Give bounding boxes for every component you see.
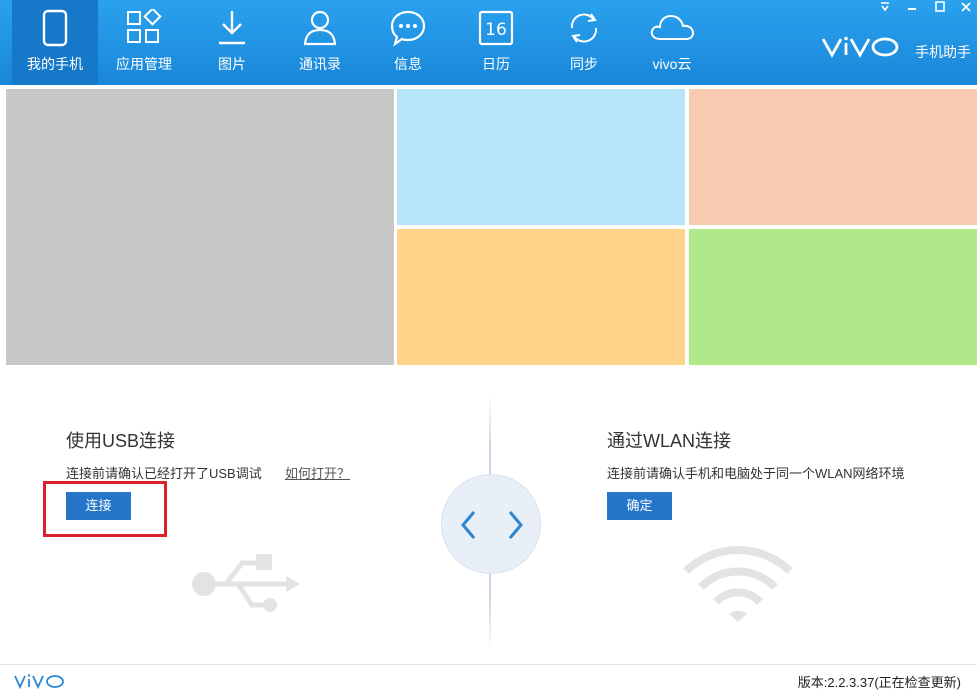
banner-tile-peach[interactable] xyxy=(689,89,977,225)
pager-control xyxy=(441,474,541,574)
brand-area: 手机助手 xyxy=(821,36,971,66)
vivo-footer-logo xyxy=(14,674,64,689)
vivo-logo xyxy=(821,36,899,58)
maximize-icon[interactable] xyxy=(934,0,948,12)
phone-icon xyxy=(42,9,68,47)
nav-label: 通讯录 xyxy=(299,56,341,72)
wlan-confirm-button[interactable]: 确定 xyxy=(607,492,672,520)
next-arrow-icon[interactable] xyxy=(504,509,526,541)
nav-my-phone[interactable]: 我的手机 xyxy=(12,0,98,85)
brand-text: 手机助手 xyxy=(915,44,971,60)
nav-label: 应用管理 xyxy=(116,56,172,72)
how-to-enable-link[interactable]: 如何打开？ xyxy=(285,463,350,482)
message-icon xyxy=(390,10,426,47)
nav-messages[interactable]: 信息 xyxy=(364,0,452,85)
usb-connect-desc: 连接前请确认已经打开了USB调试 xyxy=(66,466,262,481)
version-text: 版本:2.2.3.37(正在检查更新) xyxy=(797,675,961,690)
nav-sync[interactable]: 同步 xyxy=(540,0,628,85)
nav-label: 同步 xyxy=(570,56,598,72)
wlan-connect-desc: 连接前请确认手机和电脑处于同一个WLAN网络环境 xyxy=(607,466,905,481)
nav-pictures[interactable]: 图片 xyxy=(188,0,276,85)
menu-dropdown-icon[interactable] xyxy=(879,0,893,12)
apps-icon xyxy=(127,9,162,43)
wlan-connect-title: 通过WLAN连接 xyxy=(607,431,732,451)
nav-label: 图片 xyxy=(218,56,246,72)
status-bar: 版本:2.2.3.37(正在检查更新) xyxy=(0,664,977,692)
calendar-icon: 16 xyxy=(478,10,514,46)
cloud-icon xyxy=(650,14,695,40)
wifi-icon xyxy=(683,546,793,622)
nav-label: 信息 xyxy=(394,56,422,72)
nav-vivo-cloud[interactable]: vivo云 xyxy=(628,0,716,85)
top-navigation-bar: 我的手机 应用管理 图片 通讯录 信息 16 日历 同步 vivo云 手机助手 xyxy=(0,0,977,85)
nav-label: 日历 xyxy=(482,56,510,72)
highlight-box xyxy=(43,481,167,537)
minimize-icon[interactable] xyxy=(906,0,920,12)
nav-label: 我的手机 xyxy=(27,56,83,72)
nav-app-management[interactable]: 应用管理 xyxy=(100,0,188,85)
nav-calendar[interactable]: 16 日历 xyxy=(452,0,540,85)
usb-connect-title: 使用USB连接 xyxy=(66,431,176,451)
usb-icon xyxy=(192,554,300,612)
banner-tile-large[interactable] xyxy=(6,89,394,365)
sync-icon xyxy=(570,13,598,43)
nav-label: vivo云 xyxy=(652,56,692,72)
prev-arrow-icon[interactable] xyxy=(458,509,480,541)
close-icon[interactable] xyxy=(960,0,974,12)
banner-tile-green[interactable] xyxy=(689,229,977,365)
nav-contacts[interactable]: 通讯录 xyxy=(276,0,364,85)
download-icon xyxy=(219,11,245,45)
banner-tile-blue[interactable] xyxy=(397,89,685,225)
contact-icon xyxy=(303,10,337,46)
calendar-day: 16 xyxy=(485,20,507,40)
banner-tile-orange[interactable] xyxy=(397,229,685,365)
